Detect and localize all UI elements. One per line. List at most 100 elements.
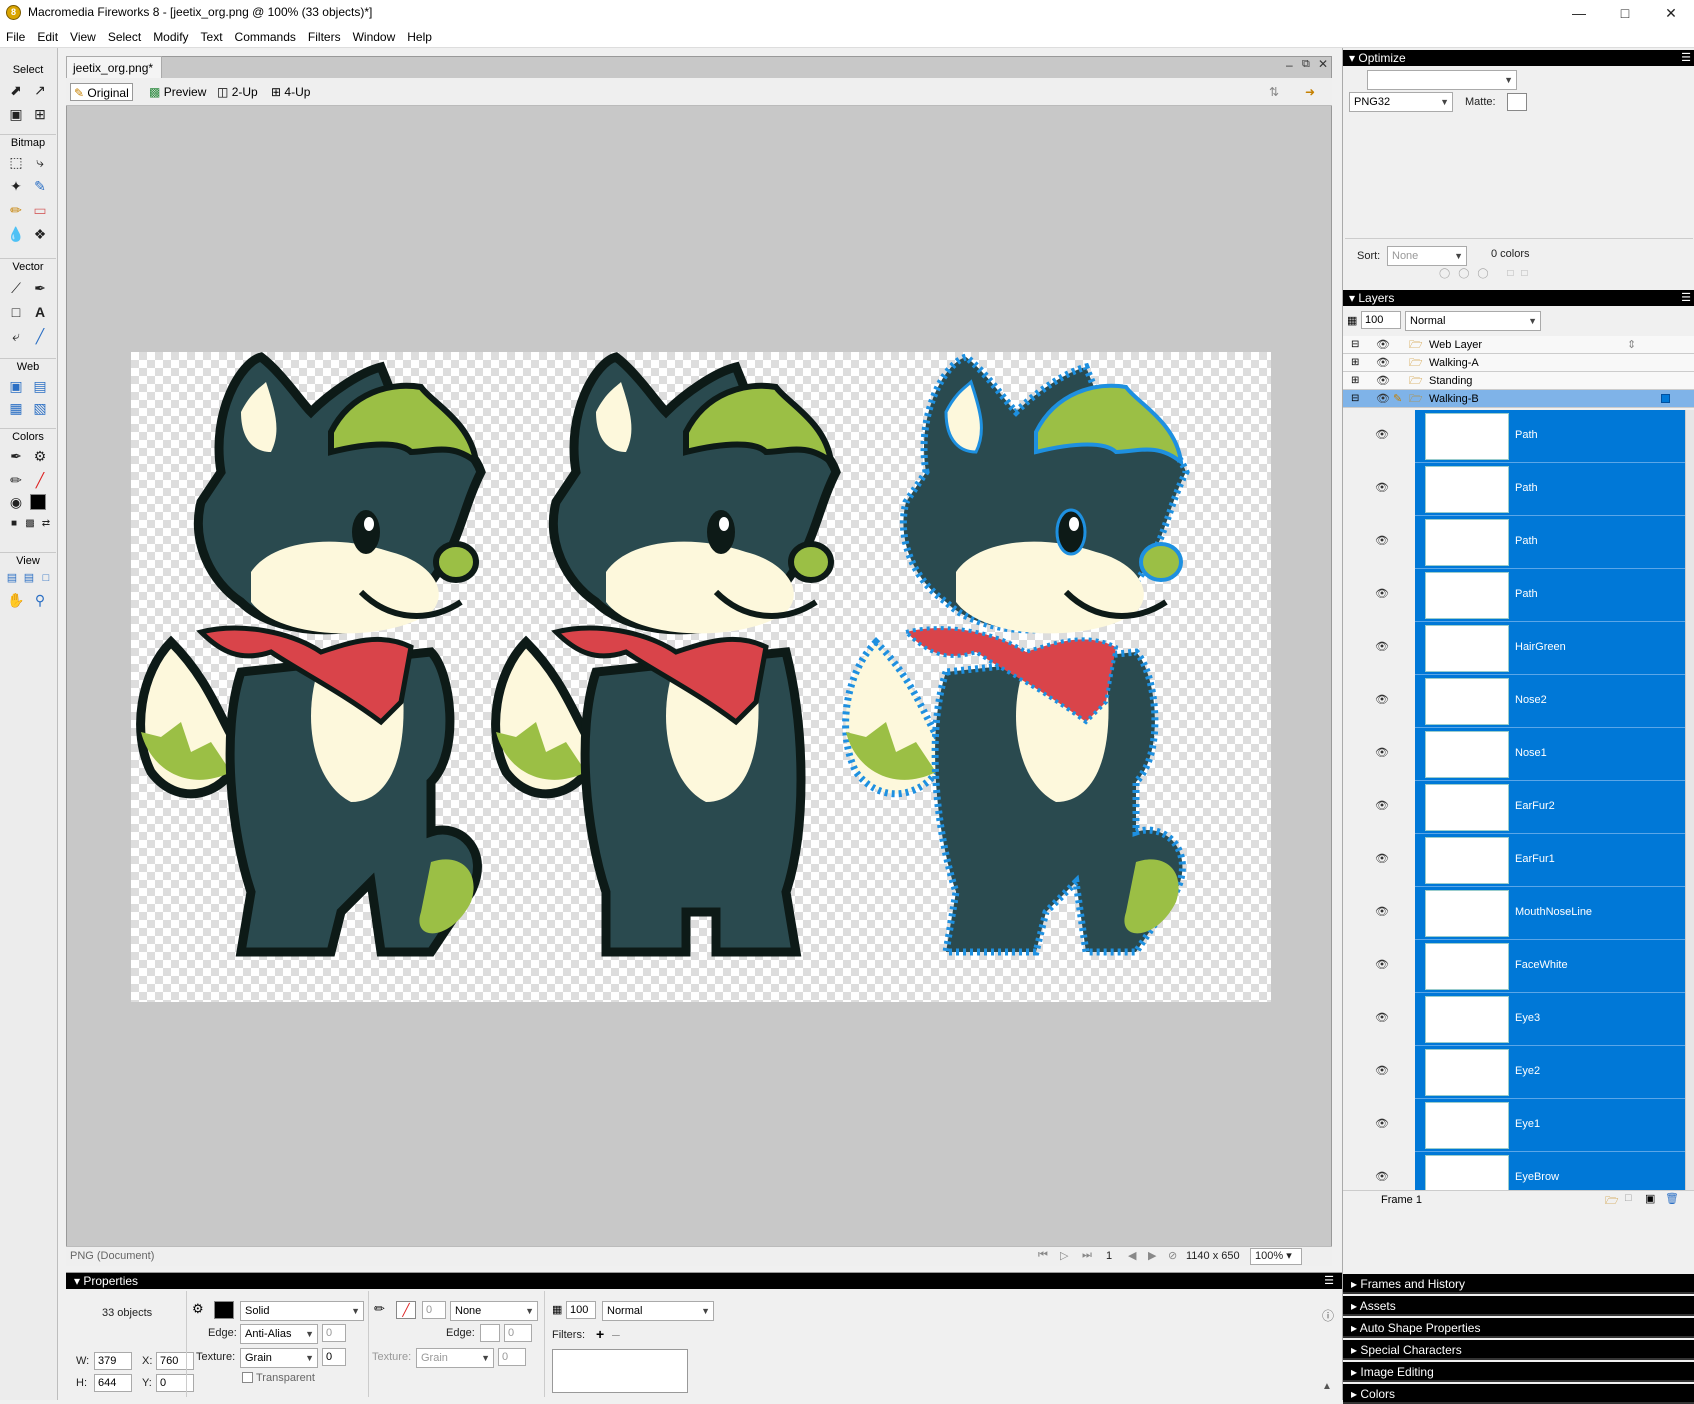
y-field[interactable]: 0 [156, 1374, 194, 1392]
stroke-edge-box[interactable] [480, 1324, 500, 1342]
layers-menu-icon[interactable]: ☰ [1681, 290, 1691, 306]
full-screen-mode-icon[interactable]: □ [36, 568, 56, 588]
layer-blend-select[interactable]: Normal ▼ [1405, 311, 1541, 331]
object-row[interactable]: 👁 Eye3 [1375, 993, 1685, 1046]
eye-icon[interactable]: 👁 [1375, 640, 1389, 653]
object-row[interactable]: 👁 EarFur2 [1375, 781, 1685, 834]
x-field[interactable]: 760 [156, 1352, 194, 1370]
eye-icon[interactable]: 👁 [1375, 336, 1391, 351]
eye-icon[interactable]: 👁 [1375, 1170, 1389, 1183]
remove-filter-icon[interactable]: – [612, 1326, 620, 1342]
image-editing-panel[interactable]: ▸ Image Editing [1343, 1362, 1694, 1382]
play-icon[interactable]: ▷ [1060, 1249, 1068, 1262]
eye-icon[interactable]: 👁 [1375, 799, 1389, 812]
view-preview-button[interactable]: ▩ Preview [146, 83, 209, 101]
brush-tool-icon[interactable]: ✎ [30, 176, 50, 196]
eye-icon[interactable]: 👁 [1375, 905, 1389, 918]
view-4up-button[interactable]: ⊞ 4-Up [268, 83, 313, 101]
next-frame-icon[interactable]: ▶ [1148, 1249, 1156, 1262]
frames-history-panel[interactable]: ▸ Frames and History [1343, 1274, 1694, 1294]
optimize-preset-select[interactable]: ▼ [1367, 70, 1517, 90]
eye-icon[interactable]: 👁 [1375, 746, 1389, 759]
line-tool-icon[interactable]: ⟋ [6, 278, 26, 298]
text-tool-icon[interactable]: A [30, 302, 50, 322]
scale-tool-icon[interactable]: ▣ [6, 104, 26, 124]
object-row[interactable]: 👁 Nose1 [1375, 728, 1685, 781]
fill-color-swatch[interactable] [30, 494, 46, 510]
pen-tool-icon[interactable]: ✒ [30, 278, 50, 298]
menu-select[interactable]: Select [102, 26, 147, 44]
eye-icon[interactable]: 👁 [1375, 372, 1391, 387]
matte-color-box[interactable] [1507, 93, 1527, 111]
h-field[interactable]: 644 [94, 1374, 132, 1392]
eye-icon[interactable]: 👁 [1375, 852, 1389, 865]
hotspot-tool-icon[interactable]: ▣ [6, 376, 26, 396]
close-button[interactable]: ✕ [1648, 0, 1694, 26]
knife-tool-icon[interactable]: ╱ [30, 326, 50, 346]
fox-walking-b-selected[interactable] [842, 353, 1190, 956]
object-row[interactable]: 👁 Path [1375, 410, 1685, 463]
expand-toggle-icon[interactable]: ⊞ [1351, 354, 1359, 372]
layer-opacity-field[interactable]: 100 [1361, 311, 1401, 329]
object-row[interactable]: 👁 MouthNoseLine [1375, 887, 1685, 940]
stop-icon[interactable]: ⊘ [1168, 1249, 1177, 1262]
menu-edit[interactable]: Edit [31, 26, 64, 44]
collapse-toggle-icon[interactable]: ⊟ [1351, 336, 1359, 354]
texture-select[interactable]: Grain ▼ [240, 1348, 318, 1368]
blur-tool-icon[interactable]: 💧 [6, 224, 26, 244]
view-original-button[interactable]: ✎ Original [70, 83, 133, 101]
eye-icon[interactable]: 👁 [1375, 354, 1391, 369]
stroke-color-swatch[interactable]: ╱ [30, 470, 50, 490]
optimize-header[interactable]: ▾ Optimize ☰ [1343, 50, 1694, 66]
layers-header[interactable]: ▾ Layers ☰ [1343, 290, 1694, 306]
stroke-type-select[interactable]: None ▼ [450, 1301, 538, 1321]
properties-menu-icon[interactable]: ☰ [1324, 1273, 1334, 1289]
layer-row-web[interactable]: ⊟ 👁 🗁 Web Layer ⇕ [1343, 336, 1694, 354]
auto-shape-properties-panel[interactable]: ▸ Auto Shape Properties [1343, 1318, 1694, 1338]
new-layer-icon[interactable]: □ [1625, 1192, 1632, 1204]
palette-buttons-icon[interactable]: ◯◯◯ □□ [1439, 268, 1535, 279]
stroke-size[interactable]: 0 [422, 1301, 446, 1319]
object-row[interactable]: 👁 Eye2 [1375, 1046, 1685, 1099]
freeform-tool-icon[interactable]: ⤶ [6, 326, 26, 346]
new-sublayer-icon[interactable]: 🗁 [1605, 1192, 1619, 1211]
first-frame-icon[interactable]: ⏮ [1038, 1249, 1048, 1262]
menu-view[interactable]: View [64, 26, 102, 44]
paint-bucket-tool-icon[interactable]: ⚙ [30, 446, 50, 466]
opacity-field[interactable]: 100 [566, 1301, 596, 1319]
hide-slices-icon[interactable]: ▦ [6, 398, 26, 418]
eraser-tool-icon[interactable]: ▭ [30, 200, 50, 220]
fill-type-select[interactable]: Solid ▼ [240, 1301, 364, 1321]
fill-color-icon[interactable]: ◉ [6, 492, 26, 512]
object-row[interactable]: 👁 EarFur1 [1375, 834, 1685, 887]
doc-restore-icon[interactable]: ⧉ [1302, 58, 1310, 71]
menu-text[interactable]: Text [195, 26, 229, 44]
hand-tool-icon[interactable]: ✋ [6, 590, 26, 610]
menu-window[interactable]: Window [347, 26, 402, 44]
eye-icon[interactable]: 👁 [1375, 1011, 1389, 1024]
texture-amount[interactable]: 0 [322, 1348, 346, 1366]
doc-minimize-icon[interactable]: – [1286, 58, 1293, 72]
transparent-checkbox[interactable] [242, 1372, 253, 1383]
eye-icon[interactable]: 👁 [1375, 428, 1389, 441]
menu-help[interactable]: Help [401, 26, 438, 44]
stroke-texture-amount[interactable]: 0 [498, 1348, 526, 1366]
filters-list[interactable] [552, 1349, 688, 1393]
fill-color-box[interactable] [214, 1301, 234, 1319]
zoom-select[interactable]: 100% ▾ [1250, 1248, 1302, 1265]
edge-amount[interactable]: 0 [322, 1324, 346, 1342]
add-filter-icon[interactable]: + [596, 1326, 604, 1342]
document-tab[interactable]: jeetix_org.png* [66, 56, 162, 78]
help-icon[interactable]: ⓘ [1322, 1307, 1334, 1324]
stroke-color-icon[interactable]: ✏ [6, 470, 26, 490]
layer-row-walking-a[interactable]: ⊞ 👁 🗁 Walking-A [1343, 354, 1694, 372]
marquee-tool-icon[interactable]: ⬚ [6, 152, 26, 172]
rectangle-tool-icon[interactable]: □ [6, 302, 26, 322]
slice-tool-icon[interactable]: ▤ [30, 376, 50, 396]
expand-toggle-icon[interactable]: ⊞ [1351, 372, 1359, 390]
collapse-toggle-icon[interactable]: ⊟ [1351, 390, 1359, 408]
layer-row-walking-b[interactable]: ⊟ 👁 ✎ 🗁 Walking-B [1343, 390, 1694, 408]
object-row[interactable]: 👁 Path [1375, 463, 1685, 516]
stroke-edge-amount[interactable]: 0 [504, 1324, 532, 1342]
properties-header[interactable]: ▾ Properties ☰ [66, 1273, 1342, 1289]
